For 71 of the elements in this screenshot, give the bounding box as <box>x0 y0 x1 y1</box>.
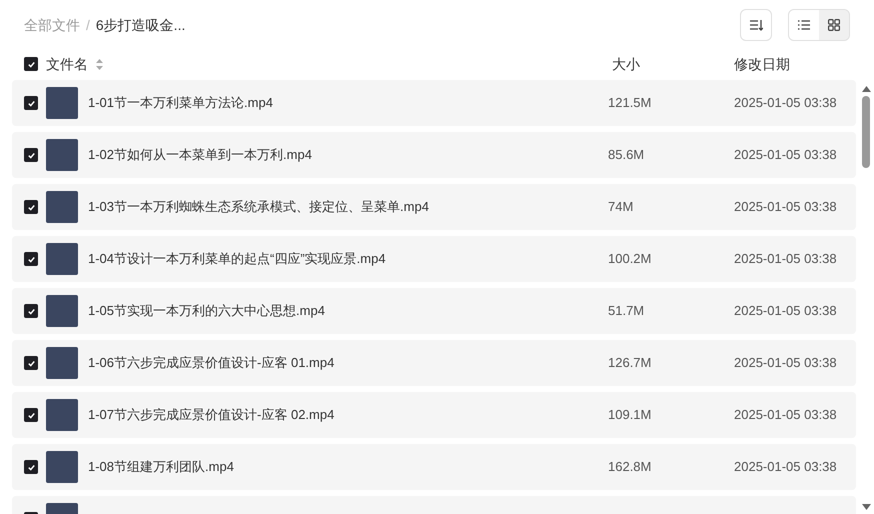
checkbox[interactable] <box>24 252 38 266</box>
check-icon <box>26 150 36 160</box>
photo-placeholder <box>46 347 78 379</box>
modified-date: 2025-01-05 03:38 <box>734 406 837 424</box>
check-icon <box>26 462 36 472</box>
modified-date: 2025-01-05 03:38 <box>734 198 837 216</box>
file-size: 126.7M <box>608 354 652 372</box>
photo-placeholder <box>46 451 78 483</box>
checkbox[interactable] <box>24 96 38 110</box>
file-name[interactable]: 1-01节一本万利菜单方法论.mp4 <box>88 93 273 113</box>
file-name[interactable]: 1-05节实现一本万利的六大中心思想.mp4 <box>88 301 325 321</box>
modified-date: 2025-01-05 03:38 <box>734 354 837 372</box>
file-row[interactable]: 1-03节一本万利蜘蛛生态系统承模式、接定位、呈菜单.mp4 74M 2025-01-05 03:38 <box>12 184 856 230</box>
check-icon <box>26 358 36 368</box>
sort-button[interactable] <box>740 9 772 41</box>
file-size: 100.2M <box>608 250 652 268</box>
checkbox[interactable] <box>24 57 38 71</box>
file-name[interactable]: 1-02节如何从一本菜单到一本万利.mp4 <box>88 145 312 165</box>
grid-icon <box>828 19 840 31</box>
file-name[interactable]: 1-03节一本万利蜘蛛生态系统承模式、接定位、呈菜单.mp4 <box>88 197 429 217</box>
file-name[interactable]: 1-06节六步完成应景价值设计-应客 01.mp4 <box>88 353 334 373</box>
scroll-up-icon[interactable] <box>862 86 870 92</box>
photo-placeholder <box>46 139 78 171</box>
file-row[interactable]: 1-08节组建万利团队.mp4 162.8M 2025-01-05 03:38 <box>12 444 856 490</box>
date-column-header: 修改日期 <box>734 54 790 74</box>
modified-date: 2025-01-05 03:38 <box>734 94 837 112</box>
file-row[interactable]: 1-06节六步完成应景价值设计-应客 01.mp4 126.7M 2025-01-05 03:38 <box>12 340 856 386</box>
checkbox[interactable] <box>24 304 38 318</box>
modified-date: 2025-01-05 03:38 <box>734 146 837 164</box>
scroll-down-icon[interactable] <box>862 504 870 510</box>
file-row[interactable]: 1-02节如何从一本菜单到一本万利.mp4 85.6M 2025-01-05 03:38 <box>12 132 856 178</box>
breadcrumb-item[interactable]: 6步打造吸金... <box>96 14 186 36</box>
checkbox[interactable] <box>24 356 38 370</box>
list-view-button[interactable] <box>789 10 819 40</box>
modified-date: 2025-01-05 03:38 <box>734 302 837 320</box>
photo-placeholder <box>46 243 78 275</box>
file-size: 85.6M <box>608 146 646 164</box>
file-name[interactable]: 1-07节六步完成应景价值设计-应客 02.mp4 <box>88 405 334 425</box>
name-column-header[interactable]: 文件名 <box>46 54 88 74</box>
file-row[interactable]: 1-07节六步完成应景价值设计-应客 02.mp4 109.1M 2025-01-05 03:38 <box>12 392 856 438</box>
modified-date: 2025-01-05 03:38 <box>734 458 837 476</box>
file-row[interactable]: 1-05节实现一本万利的六大中心思想.mp4 51.7M 2025-01-05 03:38 <box>12 288 856 334</box>
checkbox[interactable] <box>24 460 38 474</box>
breadcrumb-separator: / <box>86 16 90 34</box>
photo-placeholder <box>46 191 78 223</box>
check-icon <box>26 410 36 420</box>
checkbox[interactable] <box>24 148 38 162</box>
check-icon <box>26 98 36 108</box>
scrollbar-thumb[interactable] <box>862 96 870 168</box>
check-icon <box>26 202 36 212</box>
file-size: 121.5M <box>608 94 652 112</box>
file-size: 162.8M <box>608 458 652 476</box>
file-row[interactable]: 1-04节设计一本万利菜单的起点“四应”实现应景.mp4 100.2M 2025-01-05 03:38 <box>12 236 856 282</box>
file-name[interactable]: 1-08节组建万利团队.mp4 <box>88 457 234 477</box>
checkbox[interactable] <box>24 200 38 214</box>
photo-placeholder <box>46 399 78 431</box>
file-size: 74M <box>608 198 634 216</box>
size-column-header: 大小 <box>611 54 641 74</box>
file-size: 51.7M <box>608 302 646 320</box>
photo-placeholder <box>46 87 78 119</box>
file-name[interactable]: 1-04节设计一本万利菜单的起点“四应”实现应景.mp4 <box>88 249 386 269</box>
list-icon <box>798 20 810 30</box>
check-icon <box>26 60 36 68</box>
check-icon <box>26 254 36 264</box>
checkbox[interactable] <box>24 408 38 422</box>
file-row[interactable]: 1-01节一本万利菜单方法论.mp4 121.5M 2025-01-05 03:38 <box>12 80 856 126</box>
photo-placeholder <box>46 295 78 327</box>
file-size: 109.1M <box>608 406 652 424</box>
modified-date: 2025-01-05 03:38 <box>734 250 837 268</box>
check-icon <box>26 306 36 316</box>
sort-icon <box>749 19 763 31</box>
